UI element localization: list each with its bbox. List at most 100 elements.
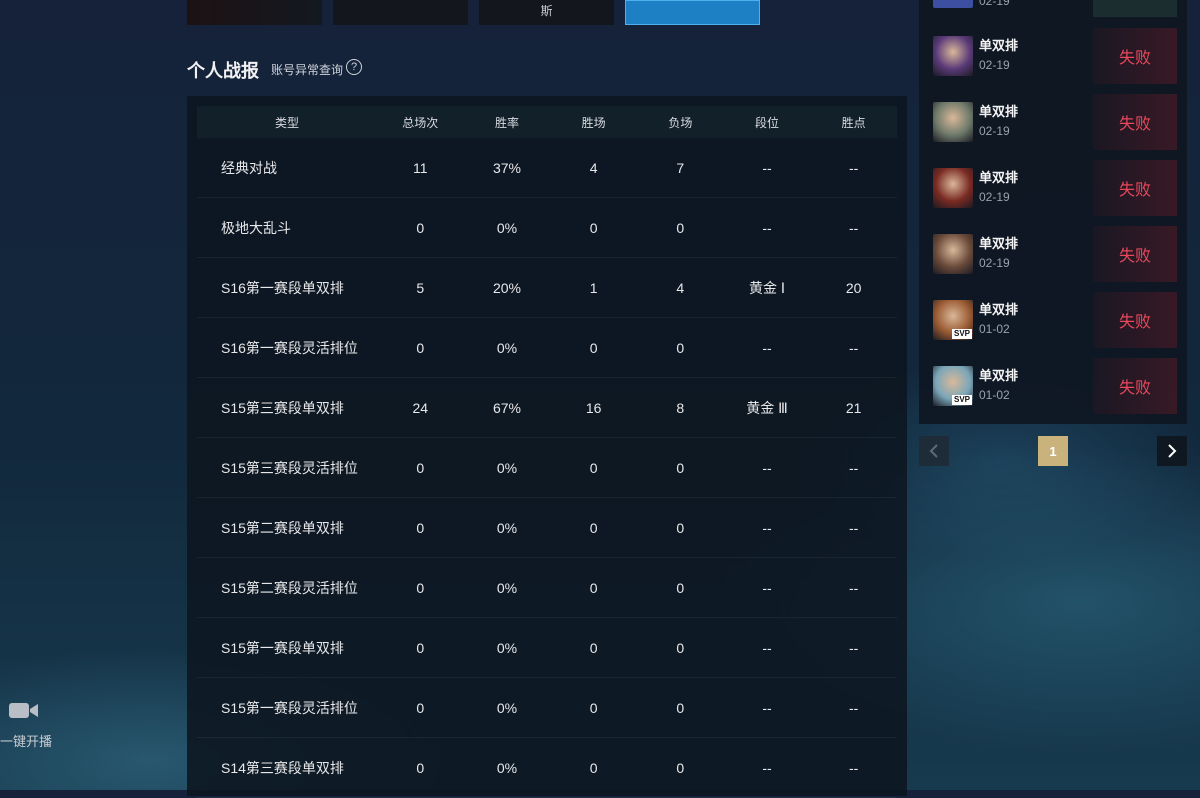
header-total: 总场次 bbox=[402, 115, 439, 130]
cell-lp: 20 bbox=[845, 279, 862, 296]
match-item[interactable]: 单双排 02-19 失败 bbox=[919, 226, 1187, 282]
cell-rank: -- bbox=[762, 159, 772, 176]
video-camera-icon bbox=[9, 703, 38, 718]
thumbnail-3[interactable]: 斯 bbox=[479, 0, 614, 25]
match-result: 失败 bbox=[1093, 226, 1177, 282]
champion-avatar bbox=[933, 168, 973, 208]
table-row: S15第一赛段灵活排位 0 0% 0 0 -- -- bbox=[197, 678, 897, 738]
match-result: 失败 bbox=[1093, 358, 1177, 414]
cell-losses: 0 bbox=[676, 459, 685, 476]
table-row: S16第一赛段灵活排位 0 0% 0 0 -- -- bbox=[197, 318, 897, 378]
live-stream-label: 一键开播 bbox=[0, 734, 53, 749]
match-result: 失败 bbox=[1093, 28, 1177, 84]
match-date: 01-02 bbox=[979, 388, 1010, 402]
header-losses: 负场 bbox=[668, 115, 693, 130]
thumbnail-2[interactable] bbox=[333, 0, 468, 25]
cell-rank: -- bbox=[762, 699, 772, 716]
cell-losses: 4 bbox=[676, 279, 685, 296]
match-item[interactable]: SVP 单双排 01-02 失败 bbox=[919, 358, 1187, 414]
cell-type: 经典对战 bbox=[221, 159, 277, 176]
table-row: S16第一赛段单双排 5 20% 1 4 黄金 Ⅰ 20 bbox=[197, 258, 897, 318]
cell-wins: 0 bbox=[589, 639, 598, 656]
match-item[interactable]: 单双排 02-19 失败 bbox=[919, 94, 1187, 150]
cell-total: 0 bbox=[416, 759, 425, 776]
cell-rank: -- bbox=[762, 519, 772, 536]
cell-total: 0 bbox=[416, 519, 425, 536]
match-result: 失败 bbox=[1093, 160, 1177, 216]
cell-losses: 0 bbox=[676, 639, 685, 656]
help-icon[interactable]: ? bbox=[346, 59, 362, 75]
cell-total: 0 bbox=[416, 639, 425, 656]
cell-type: S15第三赛段单双排 bbox=[221, 399, 344, 416]
match-history-list: 02-19 单双排 02-19 失败 单双排 02-19 失败 单双排 02-19 失败 单双排 0… bbox=[919, 0, 1187, 424]
cell-wins: 1 bbox=[589, 279, 598, 296]
table-row: S15第三赛段灵活排位 0 0% 0 0 -- -- bbox=[197, 438, 897, 498]
cell-total: 0 bbox=[416, 579, 425, 596]
table-row: S14第三赛段单双排 0 0% 0 0 -- -- bbox=[197, 738, 897, 798]
cell-lp: -- bbox=[849, 639, 859, 656]
next-page-button[interactable] bbox=[1157, 436, 1187, 466]
match-item[interactable]: 单双排 02-19 失败 bbox=[919, 160, 1187, 216]
champion-avatar bbox=[933, 234, 973, 274]
cell-lp: -- bbox=[849, 459, 859, 476]
prev-page-button[interactable] bbox=[919, 436, 949, 466]
cell-rank: -- bbox=[762, 339, 772, 356]
cell-winrate: 0% bbox=[496, 459, 518, 476]
table-row: 极地大乱斗 0 0% 0 0 -- -- bbox=[197, 198, 897, 258]
cell-wins: 0 bbox=[589, 459, 598, 476]
match-mode: 单双排 bbox=[979, 38, 1019, 53]
cell-type: S15第一赛段灵活排位 bbox=[221, 699, 358, 716]
header-rank: 段位 bbox=[754, 115, 779, 130]
header-type: 类型 bbox=[274, 115, 299, 130]
cell-total: 0 bbox=[416, 699, 425, 716]
champion-avatar: SVP bbox=[933, 366, 973, 406]
cell-winrate: 20% bbox=[492, 279, 521, 296]
champion-avatar bbox=[933, 102, 973, 142]
thumbnail-1[interactable] bbox=[187, 0, 322, 25]
cell-rank: -- bbox=[762, 459, 772, 476]
cell-lp: -- bbox=[849, 579, 859, 596]
cell-type: S15第二赛段灵活排位 bbox=[221, 579, 358, 596]
match-mode: 单双排 bbox=[979, 170, 1019, 185]
cell-losses: 7 bbox=[676, 159, 685, 176]
match-item[interactable]: 单双排 02-19 失败 bbox=[919, 28, 1187, 84]
cell-total: 11 bbox=[413, 159, 428, 176]
cell-type: S14第三赛段单双排 bbox=[221, 759, 344, 776]
cell-losses: 8 bbox=[676, 399, 685, 416]
personal-stats-table: 类型 总场次 胜率 胜场 负场 段位 胜点 经典对战 11 37% 4 7 -- -- 极地大… bbox=[187, 96, 907, 798]
svp-badge: SVP bbox=[951, 329, 972, 339]
cell-winrate: 37% bbox=[492, 159, 521, 176]
table-row: S15第二赛段单双排 0 0% 0 0 -- -- bbox=[197, 498, 897, 558]
cell-winrate: 0% bbox=[496, 579, 518, 596]
cell-winrate: 0% bbox=[496, 219, 518, 236]
header-winrate: 胜率 bbox=[494, 115, 519, 130]
cell-rank: -- bbox=[762, 639, 772, 656]
cell-lp: -- bbox=[849, 159, 859, 176]
abnormal-query-link[interactable]: 账号异常查询 bbox=[271, 61, 343, 78]
cell-lp: -- bbox=[849, 339, 859, 356]
svp-badge: SVP bbox=[951, 395, 972, 405]
table-row: S15第二赛段灵活排位 0 0% 0 0 -- -- bbox=[197, 558, 897, 618]
cell-lp: -- bbox=[849, 219, 859, 236]
cell-wins: 0 bbox=[589, 759, 598, 776]
cell-type: S16第一赛段单双排 bbox=[221, 279, 344, 296]
match-mode: 单双排 bbox=[979, 368, 1019, 383]
chevron-left-icon bbox=[929, 444, 938, 458]
cell-winrate: 0% bbox=[496, 759, 518, 776]
cell-wins: 0 bbox=[589, 339, 598, 356]
thumbnail-selected[interactable] bbox=[625, 0, 760, 25]
cell-wins: 0 bbox=[589, 579, 598, 596]
match-date: 02-19 bbox=[979, 124, 1010, 138]
cell-wins: 4 bbox=[589, 159, 598, 176]
match-item[interactable]: SVP 单双排 01-02 失败 bbox=[919, 292, 1187, 348]
cell-wins: 0 bbox=[589, 519, 598, 536]
match-result: 失败 bbox=[1093, 292, 1177, 348]
cell-total: 0 bbox=[416, 339, 425, 356]
cell-losses: 0 bbox=[676, 699, 685, 716]
cell-type: S15第二赛段单双排 bbox=[221, 519, 344, 536]
page-1-button[interactable]: 1 bbox=[1038, 436, 1068, 466]
chevron-right-icon bbox=[1168, 444, 1177, 458]
cell-total: 0 bbox=[416, 219, 425, 236]
cell-rank: 黄金 Ⅰ bbox=[748, 279, 785, 296]
cell-type: S15第三赛段灵活排位 bbox=[221, 459, 358, 476]
